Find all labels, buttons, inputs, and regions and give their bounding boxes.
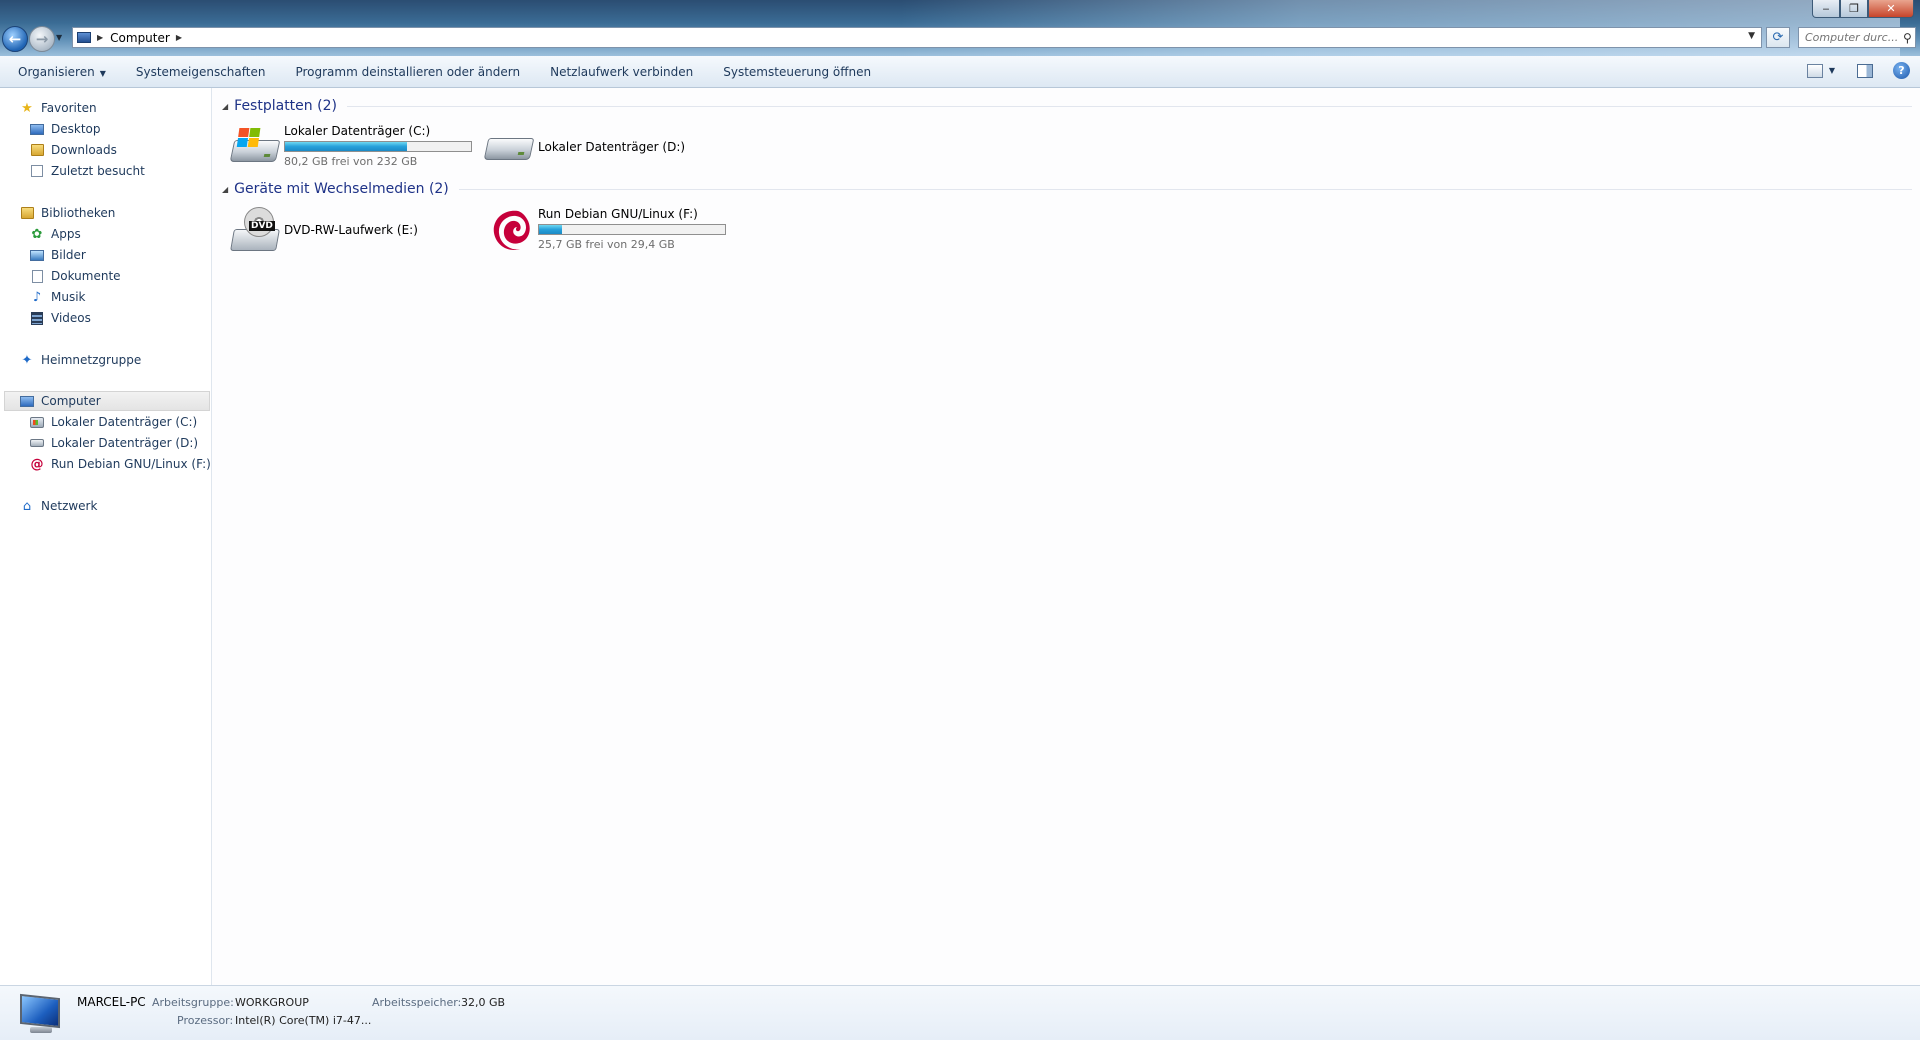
minimize-button[interactable]: ‒ [1812,0,1840,18]
windows-drive-icon [30,416,44,428]
network-icon: ⌂ [22,498,32,514]
desktop-icon [30,123,44,135]
pictures-icon [30,249,44,261]
computer-monitor-icon [18,993,62,1036]
videos-icon [31,311,43,325]
close-button[interactable]: ✕ [1868,0,1914,18]
command-bar: Organisieren ▼ Systemeigenschaften Progra… [0,56,1920,88]
sidebar-item-computer[interactable]: Computer [4,391,210,411]
drive-free-space: 80,2 GB frei von 232 GB [284,155,418,168]
hard-drive-icon [483,122,535,172]
drive-name: DVD-RW-Laufwerk (E:) [284,223,418,237]
downloads-folder-icon [30,144,44,156]
refresh-icon: ⟳ [1772,30,1784,45]
map-network-drive-button[interactable]: Netzlaufwerk verbinden [535,65,708,79]
drive-tile-f[interactable]: Run Debian GNU/Linux (F:) 25,7 GB frei v… [484,205,726,255]
title-bar: ‒ ❐ ✕ ← → ▼ ▶ Computer ▶ ▼ ⟳ ⚲ [0,0,1920,56]
drive-usage-bar [538,224,726,235]
refresh-button[interactable]: ⟳ [1766,27,1790,48]
organize-button[interactable]: Organisieren ▼ [0,65,121,79]
drive-name: Lokaler Datenträger (D:) [538,140,686,154]
arrow-right-icon: → [35,30,49,48]
chevron-down-icon: ▼ [99,68,106,78]
sidebar-item-drive-d[interactable]: Lokaler Datenträger (D:) [30,433,198,453]
sidebar-item-network[interactable]: ⌂ Netzwerk [20,496,98,516]
sidebar-item-apps[interactable]: ✿ Apps [30,224,81,244]
chevron-right-icon[interactable]: ▶ [176,33,182,42]
sidebar-item-recent-places[interactable]: Zuletzt besucht [30,161,145,181]
dvd-label: DVD [249,221,275,231]
sidebar-item-pictures[interactable]: Bilder [30,245,86,265]
drive-free-space: 25,7 GB frei von 29,4 GB [538,238,675,251]
computer-name: MARCEL-PC [77,995,146,1009]
drive-usage-fill [539,225,563,234]
back-button[interactable]: ← [2,26,28,52]
search-input[interactable] [1799,30,1903,45]
apps-icon: ✿ [31,226,43,242]
processor-value: Intel(R) Core(TM) i7-47... [235,1014,372,1027]
preview-pane-icon[interactable] [1857,63,1873,78]
collapse-triangle-icon[interactable]: ◢ [222,185,228,194]
sidebar-item-drive-f[interactable]: @ Run Debian GNU/Linux (F:) [30,454,211,474]
uninstall-program-button[interactable]: Programm deinstallieren oder ändern [280,65,535,79]
address-dropdown[interactable]: ▼ [1748,31,1755,41]
memory-value: 32,0 GB [461,996,506,1009]
details-pane: MARCEL-PC Arbeitsgruppe: WORKGROUP Arbei… [0,985,1920,1040]
help-icon[interactable]: ? [1893,62,1910,79]
forward-button[interactable]: → [29,26,55,52]
memory-label: Arbeitsspeicher: [372,996,462,1009]
drive-tile-e[interactable]: DVD DVD-RW-Laufwerk (E:) [230,205,418,255]
debian-icon: @ [30,456,44,472]
sidebar-item-music[interactable]: ♪ Musik [30,287,86,307]
view-options-dropdown[interactable]: ▼ [1829,66,1835,75]
sidebar-item-videos[interactable]: Videos [30,308,91,328]
drive-name: Run Debian GNU/Linux (F:) [538,207,698,221]
sidebar-item-homegroup[interactable]: ✦ Heimnetzgruppe [20,350,142,370]
sidebar-item-documents[interactable]: Dokumente [30,266,121,286]
group-header-hard-disks[interactable]: ◢ Festplatten (2) [222,96,1912,116]
navigation-pane: ★ Favoriten Desktop Downloads Zuletzt be… [0,88,212,985]
system-properties-button[interactable]: Systemeigenschaften [121,65,281,79]
address-bar[interactable]: ▶ Computer ▶ ▼ [72,27,1762,48]
search-box[interactable]: ⚲ [1798,27,1916,48]
computer-icon [20,395,34,407]
documents-icon [31,269,43,283]
open-control-panel-button[interactable]: Systemsteuerung öffnen [708,65,886,79]
library-folder-icon [20,207,34,219]
content-pane: ◢ Festplatten (2) Lokaler Datenträger (C… [212,88,1920,985]
sidebar-item-downloads[interactable]: Downloads [30,140,117,160]
drive-usage-fill [285,142,407,151]
sidebar-item-drive-c[interactable]: Lokaler Datenträger (C:) [30,412,197,432]
drive-tile-c[interactable]: Lokaler Datenträger (C:) 80,2 GB frei vo… [229,122,472,172]
windows-drive-icon [229,122,281,172]
sidebar-item-desktop[interactable]: Desktop [30,119,101,139]
workgroup-label: Arbeitsgruppe: [152,996,234,1009]
debian-icon [484,205,534,255]
recent-places-icon [31,165,43,177]
workgroup-value: WORKGROUP [235,996,309,1009]
sidebar-item-favorites[interactable]: ★ Favoriten [20,98,96,118]
window-controls: ‒ ❐ ✕ [1812,0,1914,18]
maximize-button[interactable]: ❐ [1840,0,1868,18]
recent-pages-dropdown[interactable]: ▼ [56,33,62,42]
group-header-removable[interactable]: ◢ Geräte mit Wechselmedien (2) [222,179,1912,199]
collapse-triangle-icon[interactable]: ◢ [222,102,228,111]
drive-usage-bar [284,141,472,152]
sidebar-item-libraries[interactable]: Bibliotheken [20,203,115,223]
drive-tile-d[interactable]: Lokaler Datenträger (D:) [483,122,686,172]
search-icon[interactable]: ⚲ [1903,31,1912,45]
drive-name: Lokaler Datenträger (C:) [284,124,431,138]
change-view-icon[interactable] [1806,63,1823,78]
homegroup-icon: ✦ [21,352,33,368]
arrow-left-icon: ← [8,30,22,48]
dvd-drive-icon: DVD [230,205,280,255]
computer-icon [77,32,91,43]
chevron-right-icon[interactable]: ▶ [97,33,103,42]
music-icon: ♪ [32,289,42,305]
star-icon: ★ [21,100,33,116]
hard-drive-icon [30,439,44,447]
processor-label: Prozessor: [177,1014,234,1027]
breadcrumb-computer[interactable]: Computer [110,31,170,45]
